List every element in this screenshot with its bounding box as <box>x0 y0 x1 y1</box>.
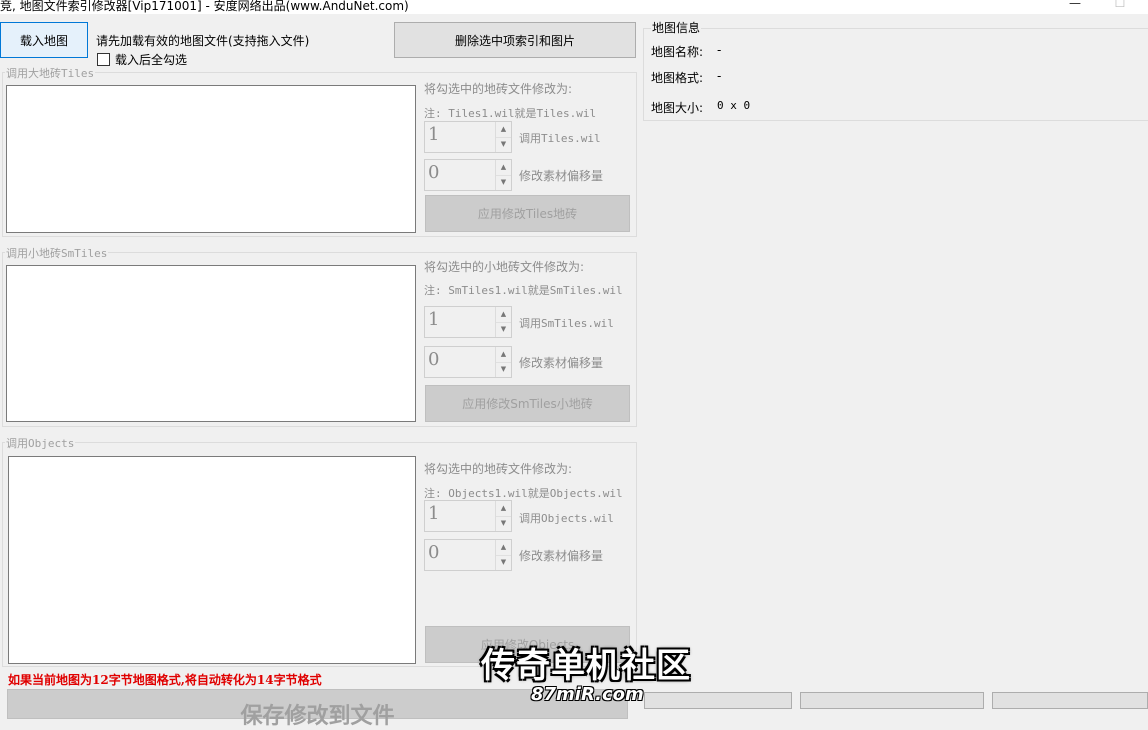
tiles-modify-label: 将勾选中的地砖文件修改为: <box>424 82 573 96</box>
spin-up-icon[interactable]: ▲ <box>496 501 511 517</box>
maximize-icon[interactable]: ☐ <box>1105 0 1135 10</box>
objects-offset-stepper[interactable]: 0 ▲ ▼ <box>424 539 512 571</box>
smtiles-group-title: 调用小地砖SmTiles <box>5 245 109 261</box>
spin-down-icon[interactable]: ▼ <box>496 137 511 152</box>
select-all-checkbox[interactable] <box>97 53 110 66</box>
objects-modify-label: 将勾选中的地砖文件修改为: <box>424 462 573 476</box>
spin-down-icon[interactable]: ▼ <box>496 322 511 337</box>
spin-up-icon[interactable]: ▲ <box>496 307 511 323</box>
spin-down-icon[interactable]: ▼ <box>496 362 511 377</box>
smtiles-call-stepper[interactable]: 1 ▲ ▼ <box>424 306 512 338</box>
load-map-button[interactable]: 载入地图 <box>0 22 88 58</box>
tiles-call-label: 调用Tiles.wil <box>519 132 601 145</box>
map-name-label: 地图名称: <box>651 45 704 59</box>
smtiles-listbox[interactable] <box>6 265 416 422</box>
load-hint-text: 请先加载有效的地图文件(支持拖入文件) <box>96 34 310 48</box>
smtiles-offset-value: 0 <box>428 349 440 370</box>
tiles-offset-value: 0 <box>428 162 440 183</box>
tiles-offset-label: 修改素材偏移量 <box>519 169 604 183</box>
objects-group-title: 调用Objects <box>5 435 76 451</box>
select-all-label: 载入后全勾选 <box>115 53 188 67</box>
minimize-icon[interactable]: — <box>1060 0 1090 10</box>
objects-call-stepper[interactable]: 1 ▲ ▼ <box>424 500 512 532</box>
map-format-value: - <box>717 69 722 83</box>
objects-offset-value: 0 <box>428 542 440 563</box>
objects-offset-label: 修改素材偏移量 <box>519 549 604 563</box>
spin-down-icon[interactable]: ▼ <box>496 555 511 570</box>
objects-call-label: 调用Objects.wil <box>519 512 614 525</box>
map-format-label: 地图格式: <box>651 71 704 85</box>
smtiles-call-value: 1 <box>428 309 440 330</box>
tiles-call-stepper[interactable]: 1 ▲ ▼ <box>424 121 512 153</box>
bottom-button-3[interactable] <box>992 692 1148 709</box>
tiles-listbox[interactable] <box>6 85 416 233</box>
tiles-call-value: 1 <box>428 124 440 145</box>
spin-up-icon[interactable]: ▲ <box>496 347 511 363</box>
tiles-note: 注: Tiles1.wil就是Tiles.wil <box>424 107 597 120</box>
smtiles-offset-stepper[interactable]: 0 ▲ ▼ <box>424 346 512 378</box>
watermark-text: 传奇单机社区 <box>481 646 691 686</box>
objects-call-value: 1 <box>428 503 440 524</box>
watermark-url: 87miR.com <box>531 684 644 705</box>
objects-note: 注: Objects1.wil就是Objects.wil <box>424 487 623 500</box>
map-size-value: 0 x 0 <box>717 99 751 112</box>
delete-selected-button[interactable]: 删除选中项索引和图片 <box>394 22 636 58</box>
spin-up-icon[interactable]: ▲ <box>496 160 511 176</box>
map-size-label: 地图大小: <box>651 101 704 115</box>
window-title: 竞, 地图文件索引修改器[Vip171001] - 安度网络出品(www.And… <box>0 0 409 13</box>
title-bar: 竞, 地图文件索引修改器[Vip171001] - 安度网络出品(www.And… <box>0 0 1148 14</box>
smtiles-modify-label: 将勾选中的小地砖文件修改为: <box>424 260 585 274</box>
smtiles-call-label: 调用SmTiles.wil <box>519 317 614 330</box>
bottom-button-2[interactable] <box>800 692 984 709</box>
map-name-value: - <box>717 43 722 57</box>
spin-up-icon[interactable]: ▲ <box>496 540 511 556</box>
tiles-group-title: 调用大地砖Tiles <box>5 65 96 81</box>
format-warning: 如果当前地图为12字节地图格式,将自动转化为14字节格式 <box>8 673 322 687</box>
apply-smtiles-button[interactable]: 应用修改SmTiles小地砖 <box>425 385 630 422</box>
spin-down-icon[interactable]: ▼ <box>496 175 511 190</box>
spin-up-icon[interactable]: ▲ <box>496 122 511 138</box>
bottom-button-1[interactable] <box>644 692 792 709</box>
apply-tiles-button[interactable]: 应用修改Tiles地砖 <box>425 195 630 232</box>
smtiles-offset-label: 修改素材偏移量 <box>519 356 604 370</box>
smtiles-note: 注: SmTiles1.wil就是SmTiles.wil <box>424 284 623 297</box>
map-info-title: 地图信息 <box>651 19 702 36</box>
tiles-offset-stepper[interactable]: 0 ▲ ▼ <box>424 159 512 191</box>
spin-down-icon[interactable]: ▼ <box>496 516 511 531</box>
objects-listbox[interactable] <box>8 456 416 664</box>
